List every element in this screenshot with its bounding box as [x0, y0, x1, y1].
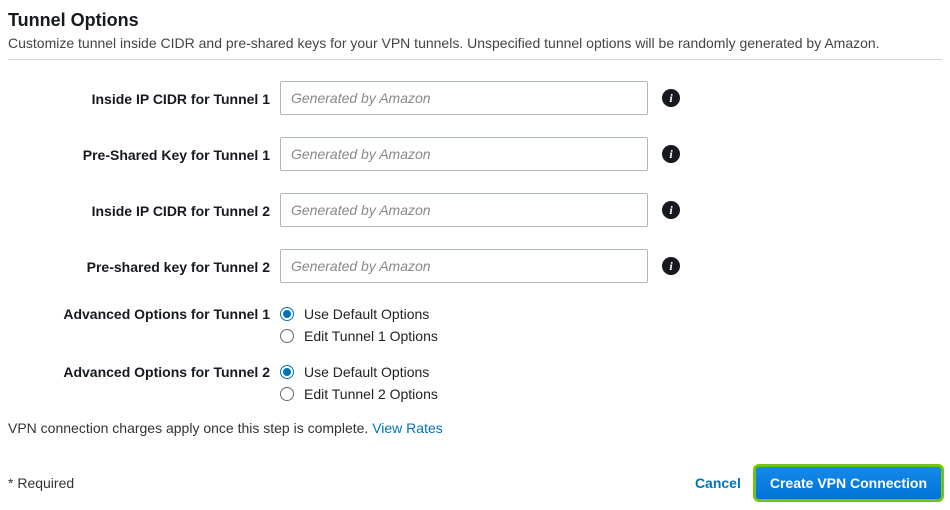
label-advanced-tunnel2: Advanced Options for Tunnel 2	[8, 362, 280, 380]
info-icon[interactable]: i	[662, 145, 680, 163]
info-icon[interactable]: i	[662, 201, 680, 219]
charges-notice: VPN connection charges apply once this s…	[8, 420, 942, 436]
radio-tunnel1-edit[interactable]: Edit Tunnel 1 Options	[280, 328, 438, 344]
section-title: Tunnel Options	[8, 10, 942, 31]
radio-label-tunnel1-default: Use Default Options	[304, 306, 429, 322]
input-tunnel1-cidr[interactable]	[280, 81, 648, 115]
radio-group-tunnel2: Use Default Options Edit Tunnel 2 Option…	[280, 362, 438, 402]
field-tunnel2-cidr: i	[280, 193, 680, 227]
row-tunnel2-cidr: Inside IP CIDR for Tunnel 2 i	[8, 192, 942, 228]
field-advanced-tunnel1: Use Default Options Edit Tunnel 1 Option…	[280, 304, 438, 344]
label-tunnel1-psk: Pre-Shared Key for Tunnel 1	[8, 145, 280, 163]
input-tunnel2-psk[interactable]	[280, 249, 648, 283]
input-tunnel2-cidr[interactable]	[280, 193, 648, 227]
radio-tunnel1-default[interactable]: Use Default Options	[280, 306, 438, 322]
field-tunnel1-psk: i	[280, 137, 680, 171]
input-tunnel1-psk[interactable]	[280, 137, 648, 171]
radio-tunnel2-edit[interactable]: Edit Tunnel 2 Options	[280, 386, 438, 402]
radio-label-tunnel2-edit: Edit Tunnel 2 Options	[304, 386, 438, 402]
label-tunnel2-psk: Pre-shared key for Tunnel 2	[8, 257, 280, 275]
radio-input-tunnel1-default[interactable]	[280, 307, 294, 321]
radio-tunnel2-default[interactable]: Use Default Options	[280, 364, 438, 380]
info-icon[interactable]: i	[662, 89, 680, 107]
radio-input-tunnel2-edit[interactable]	[280, 387, 294, 401]
radio-label-tunnel1-edit: Edit Tunnel 1 Options	[304, 328, 438, 344]
create-vpn-connection-button[interactable]: Create VPN Connection	[755, 466, 942, 500]
info-icon[interactable]: i	[662, 257, 680, 275]
field-tunnel2-psk: i	[280, 249, 680, 283]
footer-actions: Cancel Create VPN Connection	[695, 466, 942, 500]
radio-input-tunnel1-edit[interactable]	[280, 329, 294, 343]
row-tunnel1-cidr: Inside IP CIDR for Tunnel 1 i	[8, 80, 942, 116]
charges-text: VPN connection charges apply once this s…	[8, 420, 372, 436]
label-tunnel2-cidr: Inside IP CIDR for Tunnel 2	[8, 201, 280, 219]
row-tunnel1-psk: Pre-Shared Key for Tunnel 1 i	[8, 136, 942, 172]
required-note: * Required	[8, 475, 74, 491]
label-tunnel1-cidr: Inside IP CIDR for Tunnel 1	[8, 89, 280, 107]
divider	[8, 59, 942, 60]
section-description: Customize tunnel inside CIDR and pre-sha…	[8, 35, 942, 51]
field-advanced-tunnel2: Use Default Options Edit Tunnel 2 Option…	[280, 362, 438, 402]
footer: * Required Cancel Create VPN Connection	[8, 466, 942, 500]
radio-group-tunnel1: Use Default Options Edit Tunnel 1 Option…	[280, 304, 438, 344]
view-rates-link[interactable]: View Rates	[372, 420, 443, 436]
cancel-button[interactable]: Cancel	[695, 475, 741, 491]
radio-label-tunnel2-default: Use Default Options	[304, 364, 429, 380]
label-advanced-tunnel1: Advanced Options for Tunnel 1	[8, 304, 280, 322]
row-advanced-tunnel1: Advanced Options for Tunnel 1 Use Defaul…	[8, 304, 942, 344]
field-tunnel1-cidr: i	[280, 81, 680, 115]
radio-input-tunnel2-default[interactable]	[280, 365, 294, 379]
row-tunnel2-psk: Pre-shared key for Tunnel 2 i	[8, 248, 942, 284]
row-advanced-tunnel2: Advanced Options for Tunnel 2 Use Defaul…	[8, 362, 942, 402]
